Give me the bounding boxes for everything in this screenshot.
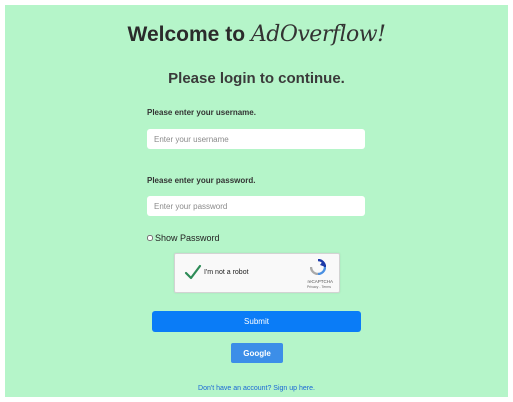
password-input[interactable] xyxy=(147,196,365,216)
recaptcha-terms[interactable]: Privacy - Terms xyxy=(307,285,331,289)
checkmark-icon[interactable] xyxy=(184,263,202,281)
username-input[interactable] xyxy=(147,129,365,149)
brand-logo-text: AdOverflow! xyxy=(250,22,386,47)
recaptcha-brand: reCAPTCHA xyxy=(307,279,333,284)
recaptcha-widget[interactable]: I'm not a robot reCAPTCHA Privacy - Term… xyxy=(174,253,340,293)
recaptcha-logo-icon xyxy=(310,259,326,275)
captcha-label: I'm not a robot xyxy=(204,269,249,276)
show-password-label: Show Password xyxy=(155,233,220,243)
show-password-checkbox[interactable] xyxy=(147,235,153,241)
password-label: Please enter your password. xyxy=(147,176,256,185)
welcome-heading: Welcome to AdOverflow! xyxy=(0,22,513,47)
submit-button[interactable]: Submit xyxy=(152,311,361,332)
username-label: Please enter your username. xyxy=(147,108,256,117)
show-password-toggle[interactable]: Show Password xyxy=(147,233,220,243)
signup-link[interactable]: Don't have an account? Sign up here. xyxy=(0,385,513,392)
page-subtitle: Please login to continue. xyxy=(168,70,345,87)
welcome-prefix: Welcome to xyxy=(127,23,246,46)
google-login-button[interactable]: Google xyxy=(231,343,283,363)
